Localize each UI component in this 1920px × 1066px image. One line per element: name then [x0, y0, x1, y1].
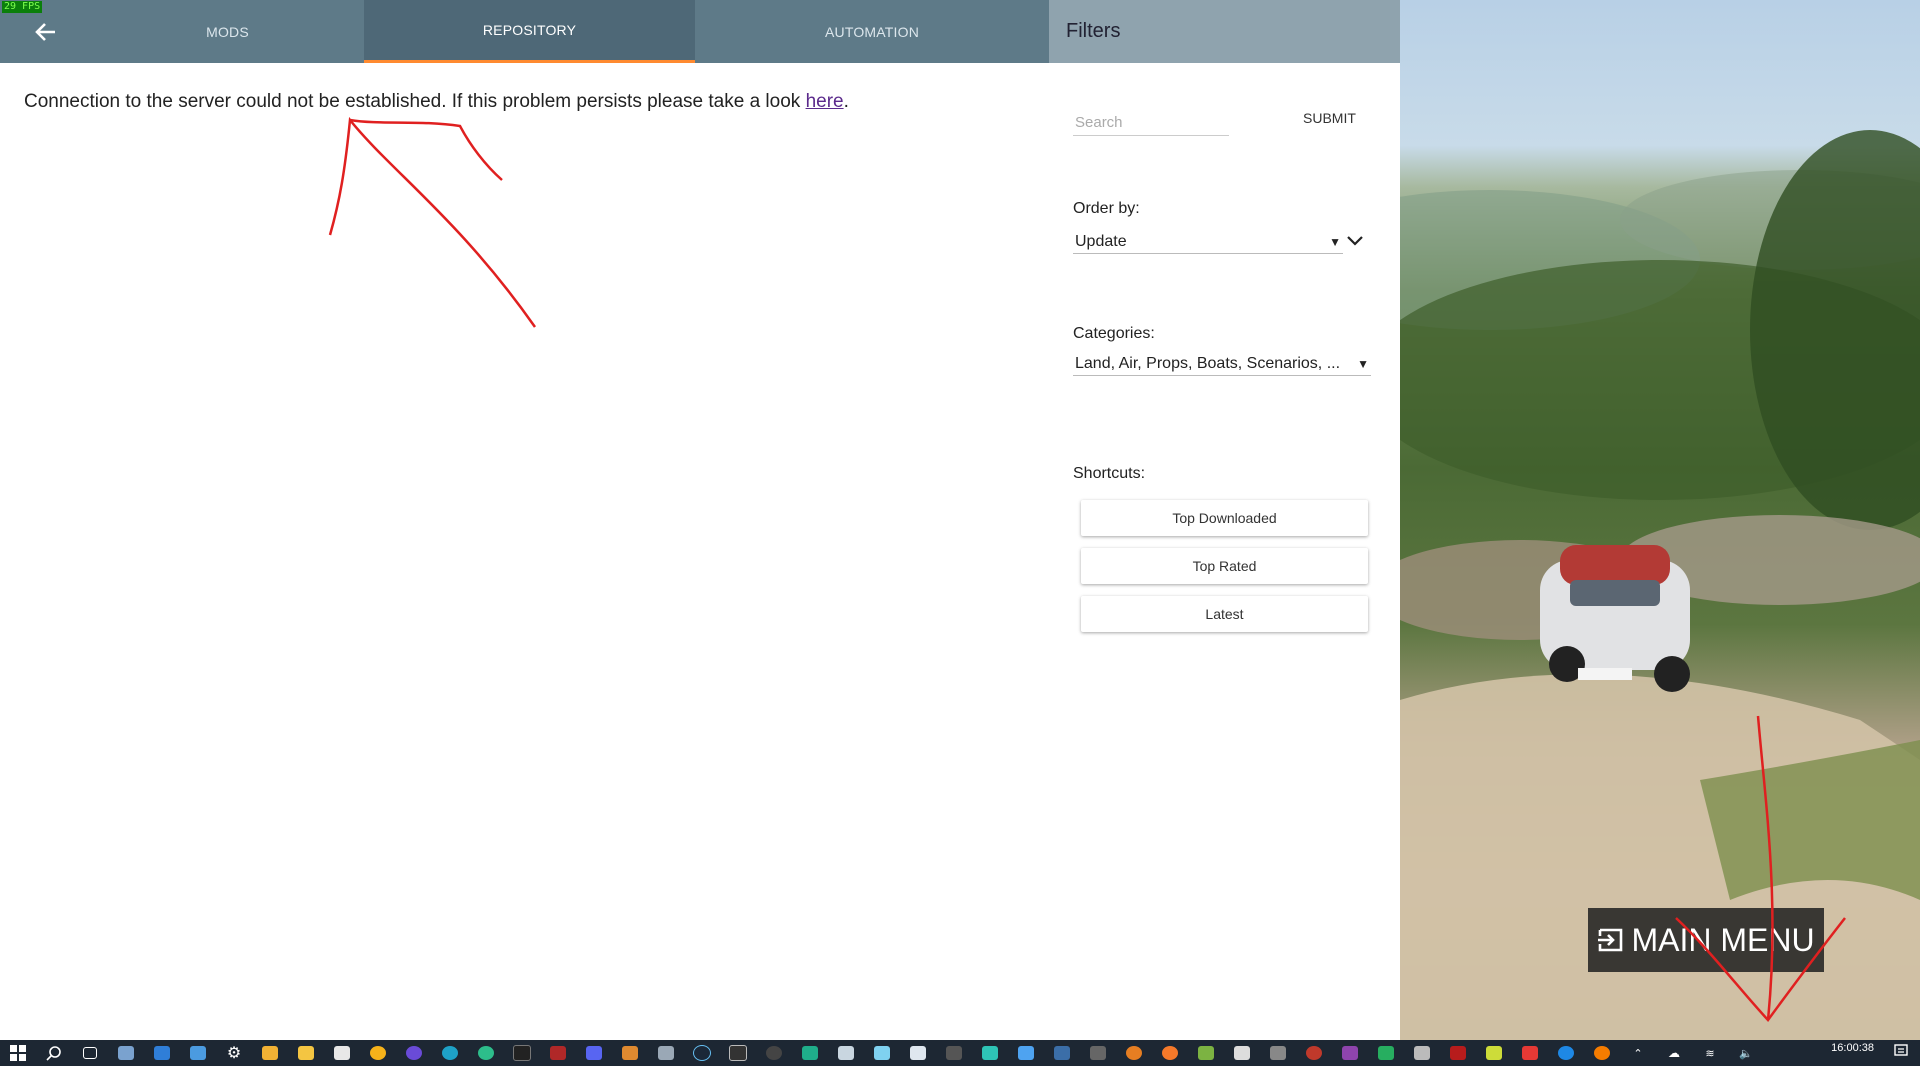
submit-button[interactable]: SUBMIT [1297, 104, 1362, 132]
cloud-icon[interactable]: ☁ [1661, 1043, 1687, 1063]
app-icon[interactable] [1013, 1043, 1039, 1063]
mail-icon[interactable] [149, 1043, 175, 1063]
top-downloaded-button[interactable]: Top Downloaded [1081, 500, 1368, 536]
app-icon[interactable] [1445, 1043, 1471, 1063]
app-icon[interactable] [653, 1043, 679, 1063]
firefox-icon[interactable] [401, 1043, 427, 1063]
filters-panel: SUBMIT Order by: Update ▼ Categories: La… [1049, 63, 1400, 1040]
categories-label: Categories: [1073, 325, 1155, 342]
file-explorer-icon[interactable] [293, 1043, 319, 1063]
game-background-scene: MAIN MENU [1400, 0, 1920, 1040]
wifi-icon[interactable]: ≋ [1697, 1043, 1723, 1063]
shortcuts-label: Shortcuts: [1073, 465, 1146, 482]
windows-taskbar: ⚙ ⌃ ☁ ≋ 🔈 16:00:38 [0, 1040, 1920, 1066]
app-icon[interactable] [1373, 1043, 1399, 1063]
app-icon[interactable] [1193, 1043, 1219, 1063]
taskbar-clock[interactable]: 16:00:38 [1831, 1042, 1874, 1054]
beamng-icon[interactable] [941, 1043, 967, 1063]
tab-automation[interactable]: AUTOMATION [695, 0, 1049, 63]
filters-title: Filters [1049, 0, 1400, 63]
blender-icon[interactable] [1157, 1043, 1183, 1063]
internet-explorer-icon[interactable] [1553, 1043, 1579, 1063]
app-icon[interactable] [1337, 1043, 1363, 1063]
top-tab-bar: MODS REPOSITORY AUTOMATION [0, 0, 1049, 63]
app-icon[interactable] [545, 1043, 571, 1063]
app-icon[interactable] [1265, 1043, 1291, 1063]
app-icon[interactable] [1085, 1043, 1111, 1063]
app-icon[interactable] [617, 1043, 643, 1063]
app-icon[interactable] [1301, 1043, 1327, 1063]
volume-icon[interactable]: 🔈 [1733, 1043, 1759, 1063]
edge-icon[interactable] [473, 1043, 499, 1063]
app-icon[interactable] [797, 1043, 823, 1063]
sort-direction-chevron-icon[interactable] [1347, 233, 1363, 251]
tab-repository[interactable]: REPOSITORY [364, 0, 695, 63]
app-icon[interactable] [761, 1043, 787, 1063]
rally-car-image [1540, 545, 1690, 692]
app-icon[interactable] [113, 1043, 139, 1063]
epic-games-icon[interactable] [725, 1043, 751, 1063]
app-icon[interactable] [1121, 1043, 1147, 1063]
latest-button[interactable]: Latest [1081, 596, 1368, 632]
fps-counter: 29 FPS [2, 1, 43, 13]
categories-select[interactable]: Land, Air, Props, Boats, Scenarios, ... … [1073, 353, 1371, 376]
help-link[interactable]: here [806, 91, 844, 112]
top-rated-button[interactable]: Top Rated [1081, 548, 1368, 584]
app-icon[interactable] [1049, 1043, 1075, 1063]
search-input[interactable] [1073, 110, 1229, 136]
edge-icon[interactable] [437, 1043, 463, 1063]
error-text: Connection to the server could not be es… [24, 91, 806, 112]
order-by-value: Update [1075, 233, 1127, 250]
tab-mods[interactable]: MODS [91, 0, 364, 63]
search-icon[interactable] [41, 1043, 67, 1063]
app-icon[interactable] [977, 1043, 1003, 1063]
order-by-label: Order by: [1073, 200, 1140, 217]
notification-icon[interactable] [1894, 1044, 1908, 1063]
store-icon[interactable] [257, 1043, 283, 1063]
settings-gear-icon[interactable]: ⚙ [221, 1043, 247, 1063]
exit-door-icon [1598, 928, 1623, 952]
windows-start-icon[interactable] [5, 1043, 31, 1063]
app-icon[interactable] [1409, 1043, 1435, 1063]
app-icon[interactable] [1481, 1043, 1507, 1063]
app-icon[interactable] [1517, 1043, 1543, 1063]
tray-chevron-up-icon[interactable]: ⌃ [1625, 1043, 1651, 1063]
app-icon[interactable] [185, 1043, 211, 1063]
repository-content: Connection to the server could not be es… [0, 63, 1049, 1040]
dropdown-caret-icon: ▼ [1357, 357, 1369, 371]
categories-value: Land, Air, Props, Boats, Scenarios, ... [1075, 355, 1341, 372]
main-menu-button[interactable]: MAIN MENU [1588, 908, 1824, 972]
app-icon[interactable] [1589, 1043, 1615, 1063]
error-text-end: . [843, 91, 849, 112]
game-scene-art [1400, 130, 1920, 1040]
steam-icon[interactable] [689, 1043, 715, 1063]
task-view-icon[interactable] [77, 1043, 103, 1063]
discord-icon[interactable] [581, 1043, 607, 1063]
app-icon[interactable] [1229, 1043, 1255, 1063]
app-icon[interactable] [905, 1043, 931, 1063]
connection-error-message: Connection to the server could not be es… [24, 91, 849, 113]
main-menu-label: MAIN MENU [1631, 921, 1815, 958]
app-icon[interactable] [869, 1043, 895, 1063]
chrome-icon[interactable] [365, 1043, 391, 1063]
terminal-icon[interactable] [509, 1043, 535, 1063]
dropdown-caret-icon: ▼ [1329, 235, 1341, 249]
order-by-select[interactable]: Update ▼ [1073, 231, 1343, 254]
calculator-icon[interactable] [329, 1043, 355, 1063]
app-icon[interactable] [833, 1043, 859, 1063]
